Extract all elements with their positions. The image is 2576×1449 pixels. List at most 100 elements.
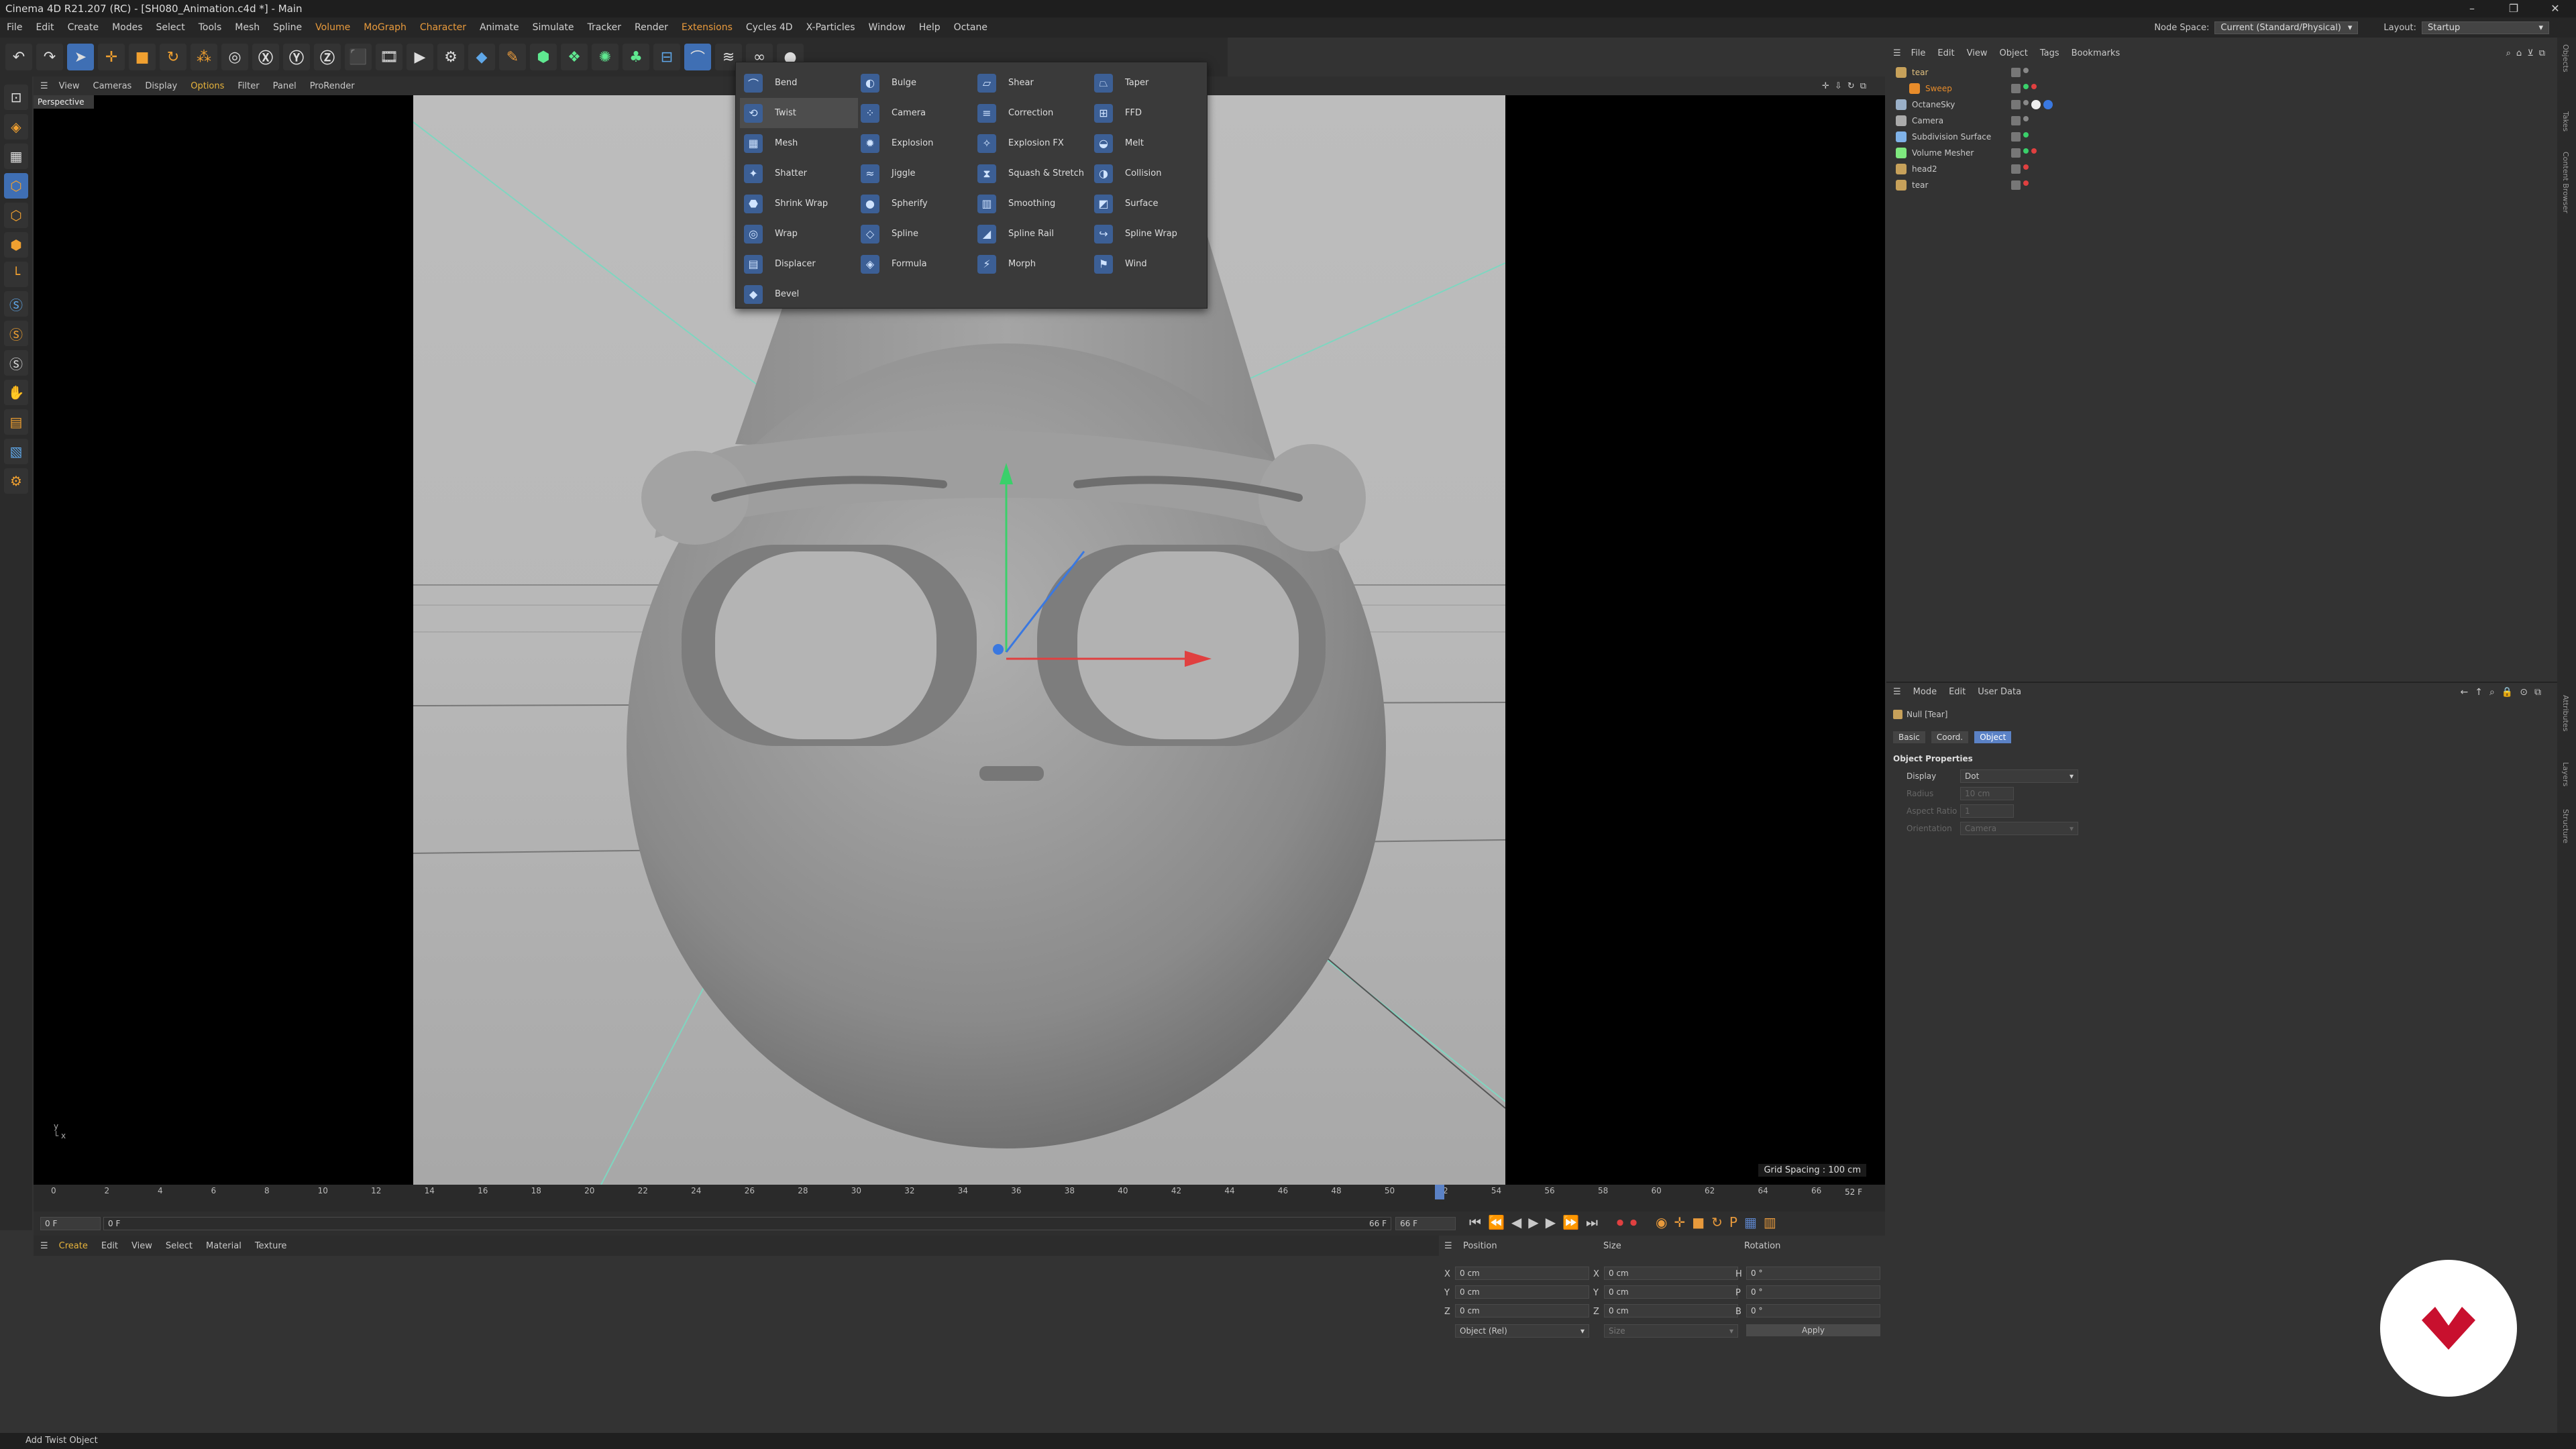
attribute-nav-icons[interactable]: ←↑⌕🔒⊙⧉ xyxy=(2461,687,2548,698)
environment-button[interactable]: ⊟ xyxy=(653,44,680,70)
menu-item-jiggle[interactable]: ≈ Jiggle xyxy=(857,158,975,189)
menu-item-shear[interactable]: ▱ Shear xyxy=(973,68,1091,98)
minimize-button[interactable]: – xyxy=(2451,0,2493,17)
enabled-check[interactable] xyxy=(2023,148,2029,154)
menu-item-camera[interactable]: ⁘ Camera xyxy=(857,98,975,128)
object-search-icons[interactable]: ⌕⌂⊻⧉ xyxy=(2506,48,2551,58)
material-menu-icon[interactable]: ☰ xyxy=(40,1241,48,1251)
render-dot[interactable] xyxy=(2023,180,2029,186)
visibility-toggle[interactable] xyxy=(2011,132,2021,142)
coordinates-menu-icon[interactable]: ☰ xyxy=(1444,1241,1452,1251)
side-tab-layers[interactable]: Layers xyxy=(2561,762,2570,786)
menu-tracker[interactable]: Tracker xyxy=(580,22,628,33)
deformer-button[interactable]: ⌒ xyxy=(684,44,711,70)
menu-octane[interactable]: Octane xyxy=(947,22,994,33)
menu-item-explosion[interactable]: ✹ Explosion xyxy=(857,128,975,158)
cube-primitive-button[interactable]: ◆ xyxy=(468,44,495,70)
menu-item-twist[interactable]: ⟲ Twist xyxy=(740,98,858,128)
menu-tools[interactable]: Tools xyxy=(192,22,229,33)
menu-render[interactable]: Render xyxy=(628,22,675,33)
object-menu-view[interactable]: View xyxy=(1961,48,1994,58)
rot-b-field[interactable]: 0 ° xyxy=(1746,1304,1880,1318)
aspect-ratio-field[interactable]: 1 xyxy=(1960,804,2014,818)
object-row-octanesky[interactable]: OctaneSky xyxy=(1896,97,2553,113)
x-axis-button[interactable]: Ⓧ xyxy=(252,44,279,70)
menu-item-spherify[interactable]: ● Spherify xyxy=(857,189,975,219)
enabled-check[interactable] xyxy=(2023,132,2029,138)
menu-help[interactable]: Help xyxy=(912,22,947,33)
visibility-toggle[interactable] xyxy=(2011,180,2021,190)
object-row-volume-mesher[interactable]: Volume Mesher xyxy=(1896,145,2553,161)
y-axis-button[interactable]: Ⓨ xyxy=(283,44,310,70)
pos-x-field[interactable]: 0 cm xyxy=(1455,1267,1589,1280)
menu-volume[interactable]: Volume xyxy=(309,22,357,33)
object-row-camera[interactable]: Camera xyxy=(1896,113,2553,129)
side-tab-content-browser[interactable]: Content Browser xyxy=(2561,152,2570,213)
rot-p-field[interactable]: 0 ° xyxy=(1746,1285,1880,1299)
object-menu-edit[interactable]: Edit xyxy=(1931,48,1960,58)
xpresso-button[interactable]: ⚙ xyxy=(4,468,28,494)
visibility-toggle[interactable] xyxy=(2011,116,2021,125)
menu-item-bend[interactable]: ⌒ Bend xyxy=(740,68,858,98)
side-tab-takes[interactable]: Takes xyxy=(2561,111,2570,131)
world-axis-button[interactable]: ◎ xyxy=(221,44,248,70)
key-scale-icon[interactable]: ■ xyxy=(1692,1214,1705,1230)
next-frame-icon[interactable]: ▶ xyxy=(1546,1214,1556,1230)
menu-animate[interactable]: Animate xyxy=(473,22,526,33)
radius-field[interactable]: 10 cm xyxy=(1960,787,2014,800)
menu-window[interactable]: Window xyxy=(862,22,912,33)
object-menu-file[interactable]: File xyxy=(1905,48,1932,58)
viewport-menu-cameras[interactable]: Cameras xyxy=(87,81,139,91)
visibility-toggle[interactable] xyxy=(2011,68,2021,77)
menu-xparticles[interactable]: X-Particles xyxy=(800,22,862,33)
viewport-menu-panel[interactable]: Panel xyxy=(266,81,303,91)
pen-tool-button[interactable]: ✎ xyxy=(499,44,526,70)
next-key-icon[interactable]: ⏩ xyxy=(1562,1214,1579,1230)
enabled-check[interactable] xyxy=(2023,84,2029,89)
axis-mode-button[interactable]: └ xyxy=(4,262,28,287)
material-menu-select[interactable]: Select xyxy=(159,1241,199,1251)
visibility-toggle[interactable] xyxy=(2011,164,2021,174)
model-mode-button[interactable]: ◈ xyxy=(4,114,28,140)
prev-frame-icon[interactable]: ◀ xyxy=(1511,1214,1521,1230)
pos-y-field[interactable]: 0 cm xyxy=(1455,1285,1589,1299)
menu-select[interactable]: Select xyxy=(150,22,192,33)
layout-dropdown[interactable]: Startup ▾ xyxy=(2422,21,2549,34)
menu-character[interactable]: Character xyxy=(413,22,473,33)
viewport-menu-view[interactable]: View xyxy=(52,81,87,91)
attribute-menu-mode[interactable]: Mode xyxy=(1913,687,1937,697)
material-menu-texture[interactable]: Texture xyxy=(248,1241,294,1251)
menu-edit[interactable]: Edit xyxy=(29,22,60,33)
coord-mode-dropdown[interactable]: Object (Rel) ▾ xyxy=(1455,1324,1589,1338)
close-button[interactable]: ✕ xyxy=(2534,0,2576,17)
side-tab-objects[interactable]: Objects xyxy=(2561,44,2570,72)
z-axis-button[interactable]: Ⓩ xyxy=(314,44,341,70)
node-space-dropdown[interactable]: Current (Standard/Physical) ▾ xyxy=(2214,21,2359,34)
menu-item-spline-rail[interactable]: ◢ Spline Rail xyxy=(973,219,1091,249)
viewport-menu-icon[interactable]: ☰ xyxy=(40,81,48,91)
visibility-toggle[interactable] xyxy=(2011,84,2021,93)
menu-spline[interactable]: Spline xyxy=(266,22,309,33)
viewport-menu-options[interactable]: Options xyxy=(184,81,231,91)
menu-item-ffd[interactable]: ⊞ FFD xyxy=(1090,98,1208,128)
menu-item-surface[interactable]: ◩ Surface xyxy=(1090,189,1208,219)
prev-key-icon[interactable]: ⏪ xyxy=(1488,1214,1505,1230)
material-menu-view[interactable]: View xyxy=(125,1241,159,1251)
restore-button[interactable]: ❐ xyxy=(2493,0,2534,17)
record-icon[interactable]: ⏺ xyxy=(1617,1214,1623,1230)
object-menu-icon[interactable]: ☰ xyxy=(1893,48,1901,58)
attribute-menu-icon[interactable]: ☰ xyxy=(1893,687,1901,697)
sculpt-button[interactable]: ✋ xyxy=(4,380,28,405)
rot-h-field[interactable]: 0 ° xyxy=(1746,1267,1880,1280)
orientation-dropdown[interactable]: Camera ▾ xyxy=(1960,822,2078,835)
rotate-tool-button[interactable]: ↻ xyxy=(160,44,186,70)
range-slider[interactable]: 0 F 66 F xyxy=(103,1217,1391,1230)
menu-mograph[interactable]: MoGraph xyxy=(357,22,413,33)
field-button[interactable]: ✺ xyxy=(592,44,619,70)
texture-mode-button[interactable]: ▦ xyxy=(4,144,28,169)
mograph-button[interactable]: ❖ xyxy=(561,44,588,70)
make-editable-button[interactable]: ⊡ xyxy=(4,85,28,110)
tab-object[interactable]: Object xyxy=(1974,731,2012,743)
menu-item-wrap[interactable]: ◎ Wrap xyxy=(740,219,858,249)
viewport-menu-prorender[interactable]: ProRender xyxy=(303,81,362,91)
